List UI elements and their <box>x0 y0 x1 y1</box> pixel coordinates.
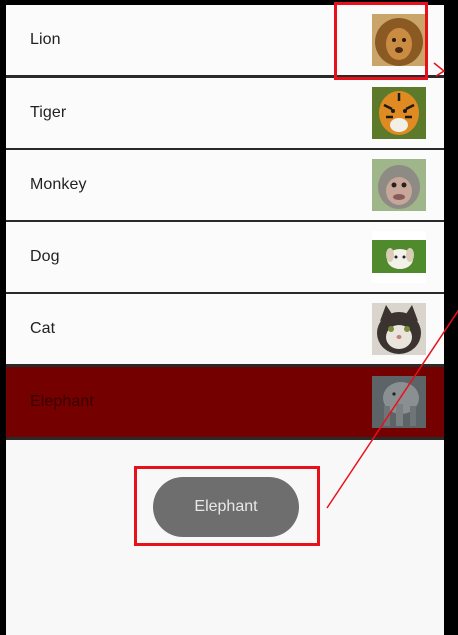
list-item-label: Dog <box>30 248 60 265</box>
monkey-thumbnail <box>372 159 426 211</box>
list-item-label: Monkey <box>30 176 87 193</box>
elephant-thumbnail <box>372 376 426 428</box>
list-item-label: Tiger <box>30 104 67 121</box>
app-screen: Lion Tiger Monkey Dog Cat Elephant Eleph… <box>0 0 458 635</box>
list-item-label: Elephant <box>30 393 94 410</box>
list-item-monkey[interactable]: Monkey <box>6 150 444 222</box>
dog-thumbnail <box>372 231 426 283</box>
list-item-dog[interactable]: Dog <box>6 222 444 294</box>
list-item-label: Cat <box>30 320 56 337</box>
list-item-label: Lion <box>30 31 61 48</box>
tiger-thumbnail <box>372 87 426 139</box>
cat-thumbnail <box>372 303 426 355</box>
annotation-box-toast <box>134 466 320 546</box>
annotation-box-thumbnail <box>334 2 428 80</box>
list-item-tiger[interactable]: Tiger <box>6 78 444 150</box>
list-item-cat[interactable]: Cat <box>6 294 444 367</box>
right-border <box>444 0 458 635</box>
list-item-elephant[interactable]: Elephant <box>6 367 444 440</box>
